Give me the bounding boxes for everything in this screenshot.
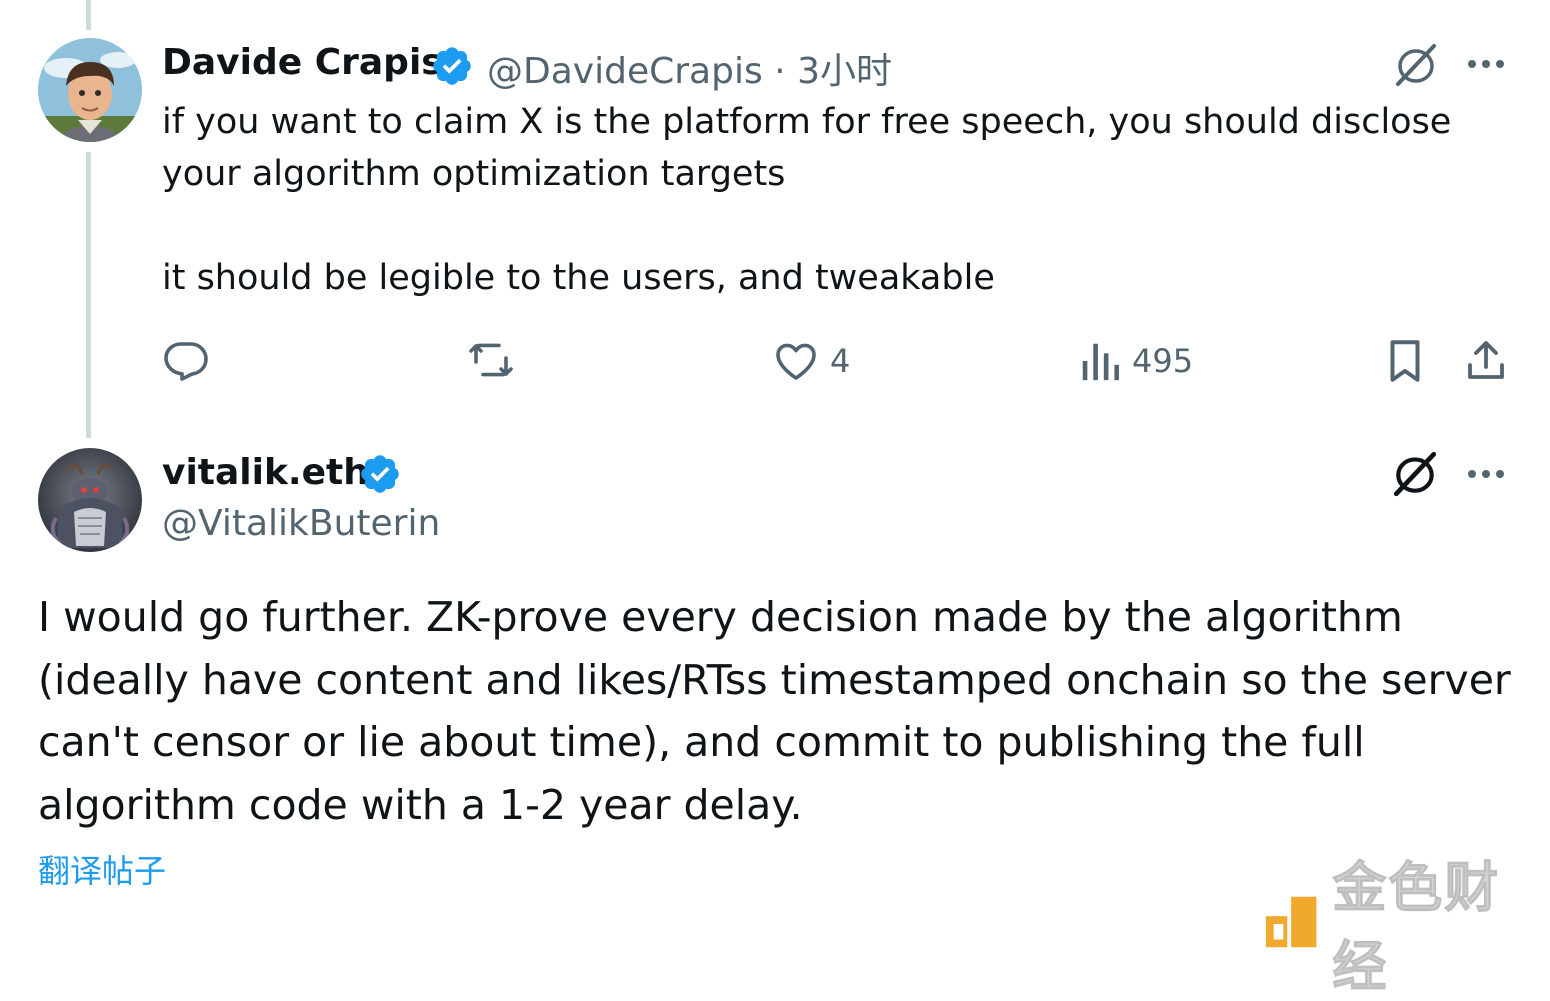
more-button[interactable] bbox=[1462, 458, 1510, 490]
grok-icon bbox=[1393, 451, 1437, 497]
share-icon bbox=[1468, 341, 1504, 379]
author-handle[interactable]: @VitalikButerin bbox=[162, 503, 440, 544]
thread-line-top bbox=[86, 0, 91, 30]
like-icon bbox=[776, 343, 816, 380]
verified-badge-icon bbox=[433, 47, 471, 85]
grok-icon bbox=[1396, 44, 1436, 86]
reply-text: I would go further. ZK-prove every decis… bbox=[38, 593, 1511, 829]
handle-text[interactable]: @DavideCrapis bbox=[487, 51, 763, 92]
view-count: 495 bbox=[1132, 342, 1194, 380]
watermark-text: 金色财经 bbox=[1332, 856, 1501, 999]
retweet-button[interactable] bbox=[466, 336, 516, 384]
share-button[interactable] bbox=[1462, 336, 1510, 386]
views-icon bbox=[1082, 343, 1119, 381]
post-text-line-3: it should be legible to the users, and t… bbox=[162, 258, 995, 298]
verified-badge-icon bbox=[361, 455, 399, 493]
separator: · bbox=[774, 51, 786, 92]
author-name[interactable]: Davide Crapis bbox=[162, 42, 443, 83]
more-button[interactable] bbox=[1462, 48, 1510, 80]
more-icon bbox=[1468, 470, 1504, 478]
watermark: 金色财经 bbox=[1262, 843, 1550, 1001]
reply-icon bbox=[164, 342, 208, 381]
thread-line bbox=[86, 152, 91, 438]
views-button[interactable]: 495 bbox=[1078, 338, 1193, 384]
author-name[interactable]: vitalik.eth bbox=[162, 452, 369, 493]
reply-button[interactable] bbox=[162, 336, 210, 384]
post-text-line-1: if you want to claim X is the platform f… bbox=[162, 102, 1452, 142]
more-icon bbox=[1468, 60, 1504, 68]
author-handle[interactable]: @DavideCrapis · 3小时 bbox=[487, 42, 892, 94]
grok-button[interactable] bbox=[1392, 40, 1440, 88]
retweet-icon bbox=[469, 343, 513, 377]
bookmark-icon bbox=[1390, 340, 1420, 382]
avatar[interactable] bbox=[38, 448, 142, 552]
translate-post-link[interactable]: 翻译帖子 bbox=[38, 846, 166, 892]
grok-button[interactable] bbox=[1390, 448, 1440, 498]
like-button[interactable]: 4 bbox=[772, 337, 850, 385]
bookmark-button[interactable] bbox=[1382, 336, 1428, 386]
like-count: 4 bbox=[830, 342, 851, 380]
post-text-line-2: your algorithm optimization targets bbox=[162, 154, 786, 194]
watermark-logo-icon bbox=[1265, 896, 1317, 948]
post-time[interactable]: 3小时 bbox=[797, 51, 892, 92]
avatar[interactable] bbox=[38, 38, 142, 142]
